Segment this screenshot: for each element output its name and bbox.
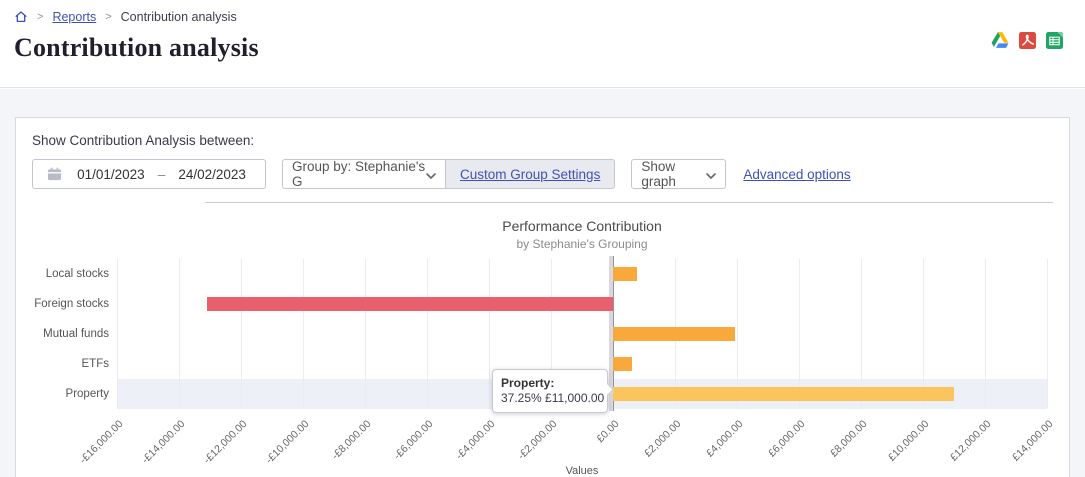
gridline xyxy=(737,259,738,408)
chart-plot-area: Property: 37.25% £11,000.00 xyxy=(117,256,1048,413)
value-axis: -£16,000.00 -£14,000.00 -£12,000.00 -£10,00… xyxy=(77,409,1055,466)
bar-mutual-funds[interactable] xyxy=(613,327,736,341)
x-tick-label: -£16,000.00 xyxy=(77,418,126,467)
date-range-separator: – xyxy=(157,166,166,182)
group-by-select[interactable]: Group by: Stephanie's G xyxy=(282,159,446,189)
date-range-input[interactable]: 01/01/2023 – 24/02/2023 xyxy=(32,159,266,189)
filter-toolbar: 01/01/2023 – 24/02/2023 Group by: Stepha… xyxy=(32,159,1053,189)
report-card: Show Contribution Analysis between: 01/0… xyxy=(15,117,1070,477)
gridline xyxy=(489,259,490,408)
pdf-export-icon[interactable] xyxy=(1018,31,1036,49)
gridline xyxy=(799,259,800,408)
gridline xyxy=(985,259,986,408)
category-label: Foreign stocks xyxy=(34,298,109,310)
chart-canvas: Local stocks Foreign stocks Mutual funds ET… xyxy=(32,256,1055,477)
gridline xyxy=(365,259,366,408)
calendar-icon xyxy=(47,167,62,181)
gridline xyxy=(241,259,242,408)
category-label: Mutual funds xyxy=(43,328,109,340)
date-to-value[interactable]: 24/02/2023 xyxy=(167,167,257,182)
gridline xyxy=(861,259,862,408)
google-drive-export-icon[interactable] xyxy=(991,31,1009,49)
gridline xyxy=(427,259,428,408)
contribution-analysis-page: > Reports > Contribution analysis Contri… xyxy=(0,0,1085,477)
page-header: > Reports > Contribution analysis Contri… xyxy=(0,0,1085,88)
chart-subtitle: by Stephanie's Grouping xyxy=(516,237,648,251)
gridline xyxy=(923,259,924,408)
gridline xyxy=(117,259,118,408)
tooltip-value: 37.25% £11,000.00 xyxy=(501,391,605,405)
x-axis-title: Values xyxy=(565,465,599,477)
custom-group-settings-button[interactable]: Custom Group Settings xyxy=(445,159,616,189)
spreadsheet-export-icon[interactable] xyxy=(1045,31,1063,49)
category-label: Property xyxy=(65,388,109,400)
bar-etfs[interactable] xyxy=(613,357,633,371)
chart-title: Performance Contribution xyxy=(502,218,662,234)
breadcrumb-link-reports[interactable]: Reports xyxy=(52,10,96,24)
bar-local-stocks[interactable] xyxy=(613,267,638,281)
gridline xyxy=(303,259,304,408)
contribution-chart: Performance Contribution by Stephanie's … xyxy=(32,218,1055,477)
show-graph-select[interactable]: Show graph xyxy=(631,159,727,189)
page-title: Contribution analysis xyxy=(14,33,259,62)
chevron-down-icon xyxy=(426,167,436,182)
breadcrumb-separator: > xyxy=(105,11,112,23)
breadcrumb-separator: > xyxy=(37,11,44,23)
filter-section-label: Show Contribution Analysis between: xyxy=(32,133,255,148)
chevron-down-icon xyxy=(706,167,717,182)
bar-foreign-stocks[interactable] xyxy=(206,297,613,311)
breadcrumb: > Reports > Contribution analysis xyxy=(14,10,1071,24)
date-from-value[interactable]: 01/01/2023 xyxy=(66,167,156,182)
bar-property[interactable] xyxy=(613,387,954,401)
gridline xyxy=(179,259,180,408)
home-icon[interactable] xyxy=(14,10,28,24)
tooltip-category: Property: xyxy=(501,376,555,390)
breadcrumb-current: Contribution analysis xyxy=(120,10,237,24)
advanced-options-link[interactable]: Advanced options xyxy=(743,167,850,182)
category-label: ETFs xyxy=(81,358,109,370)
gridline xyxy=(1047,259,1048,408)
chart-tooltip: Property: 37.25% £11,000.00 xyxy=(492,369,608,413)
content-area: Show Contribution Analysis between: 01/0… xyxy=(0,89,1085,477)
section-divider xyxy=(205,202,1053,203)
category-label: Local stocks xyxy=(45,268,109,280)
show-graph-value: Show graph xyxy=(641,159,676,189)
group-by-value: Group by: Stephanie's G xyxy=(292,159,426,189)
export-toolbar xyxy=(991,31,1063,49)
